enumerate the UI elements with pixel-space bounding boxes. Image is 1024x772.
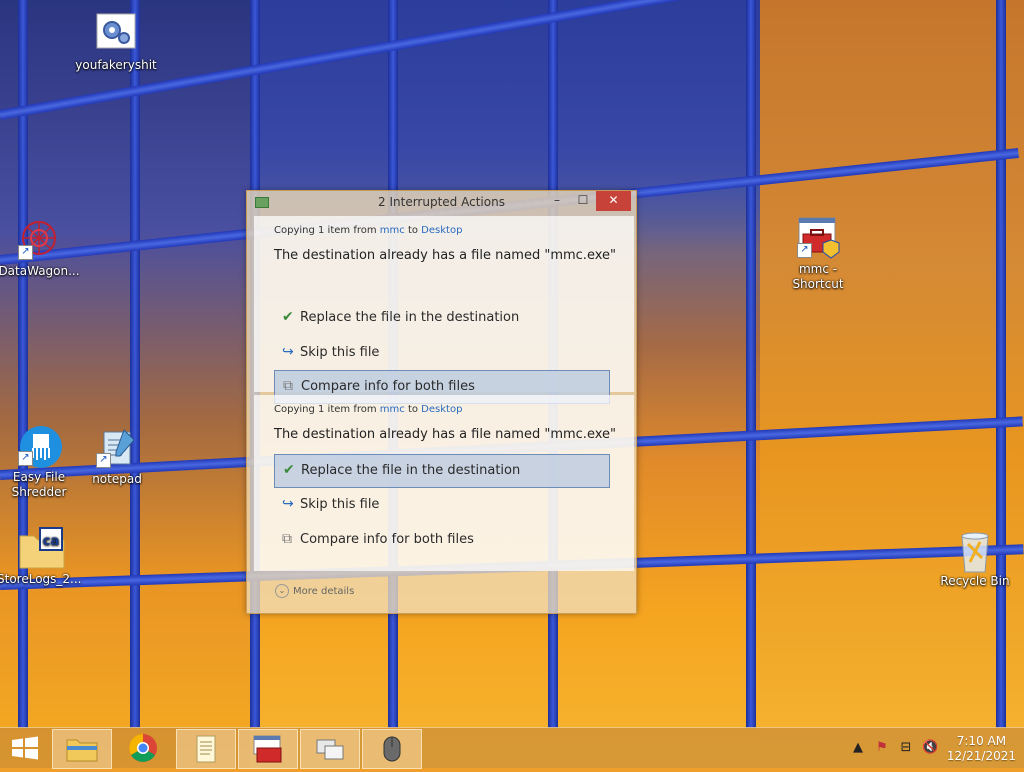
settings-gear-icon: [95, 12, 137, 54]
taskbar-mmc[interactable]: [238, 729, 298, 769]
network-icon[interactable]: ⊟: [898, 740, 914, 756]
desktop-icon-label: StoreLogs_2...: [0, 572, 82, 586]
conflict-panel-1: Copying 1 item from mmc to Desktop The d…: [254, 216, 634, 404]
desktop-icon-label: Easy File Shredder: [11, 470, 67, 499]
conflict-message: The destination already has a file named…: [274, 248, 616, 263]
minimize-button[interactable]: –: [544, 191, 570, 211]
desktop-icon-datawagon[interactable]: ↗ DataWagon...: [0, 218, 81, 279]
replace-file-option[interactable]: ✔ Replace the file in the destination: [274, 454, 610, 488]
to-word-text: to: [404, 404, 422, 415]
option-label: Replace the file in the destination: [300, 310, 520, 325]
copy-prefix-text: Copying 1 item from: [274, 404, 380, 415]
copy-info-line: Copying 1 item from mmc to Desktop: [274, 225, 462, 236]
desktop-icon-recycle-bin[interactable]: Recycle Bin: [933, 528, 1017, 589]
notepad-icon: ↗: [96, 426, 138, 468]
option-label: Compare info for both files: [301, 379, 475, 394]
conflict-message: The destination already has a file named…: [274, 427, 616, 442]
skip-file-option[interactable]: ↪ Skip this file: [274, 337, 608, 369]
option-label: Replace the file in the destination: [301, 463, 521, 478]
copy-info-line: Copying 1 item from mmc to Desktop: [274, 404, 462, 415]
start-button[interactable]: [0, 729, 50, 767]
close-button[interactable]: ✕: [596, 191, 631, 211]
desktop-icon-easy-file-shredder[interactable]: ↗ Easy File Shredder: [0, 424, 81, 500]
desktop-icon-label: mmc - Shortcut: [792, 262, 844, 291]
datawagon-icon: ↗: [18, 218, 60, 260]
show-hidden-icons-chevron-icon[interactable]: ▲: [850, 740, 866, 756]
option-label: Skip this file: [300, 497, 380, 512]
source-link[interactable]: mmc: [380, 225, 405, 236]
skip-arrow-icon: ↪: [282, 344, 294, 360]
shortcut-arrow-icon: ↗: [18, 245, 33, 260]
taskbar-file-operation[interactable]: [300, 729, 360, 769]
chevron-down-icon: ⌄: [275, 584, 289, 598]
windows-stack-icon: [316, 739, 344, 760]
option-label: Compare info for both files: [300, 532, 474, 547]
recycle-bin-icon: [954, 528, 996, 573]
taskbar-notepad[interactable]: [176, 729, 236, 769]
skip-file-option[interactable]: ↪ Skip this file: [274, 489, 608, 521]
mouse-icon: [383, 736, 401, 762]
copy-prefix-text: Copying 1 item from: [274, 225, 380, 236]
checkmark-icon: ✔: [283, 462, 295, 478]
windows-logo-icon: [12, 736, 38, 760]
desktop-icon-youfakeryshit[interactable]: youfakeryshit: [74, 12, 158, 73]
desktop-icon-label: DataWagon...: [0, 264, 80, 278]
more-details-toggle[interactable]: ⌄ More details: [275, 584, 354, 598]
desktop-icon-label: Recycle Bin: [940, 574, 1010, 588]
desktop-icon-notepad[interactable]: ↗ notepad: [75, 426, 159, 487]
replace-file-option[interactable]: ✔ Replace the file in the destination: [274, 302, 608, 334]
more-details-label: More details: [293, 586, 355, 597]
destination-link[interactable]: Desktop: [421, 225, 462, 236]
shredder-icon: ↗: [18, 424, 62, 468]
skip-arrow-icon: ↪: [282, 496, 294, 512]
file-explorer-icon: [66, 739, 98, 762]
maximize-button[interactable]: ☐: [570, 191, 596, 211]
checkmark-icon: ✔: [282, 309, 294, 325]
dialog-titlebar[interactable]: 2 Interrupted Actions – ☐ ✕: [247, 191, 636, 215]
to-word-text: to: [404, 225, 422, 236]
taskbar: ▲ ⚑ ⊟ 🔇 7:10 AM 12/21/2021: [0, 727, 1024, 769]
desktop-icon-storelogs[interactable]: ca StoreLogs_2...: [0, 526, 81, 587]
shortcut-arrow-icon: ↗: [18, 451, 33, 466]
conflict-panel-2: Copying 1 item from mmc to Desktop The d…: [254, 395, 634, 571]
taskbar-chrome[interactable]: [114, 729, 172, 767]
taskbar-clock[interactable]: 7:10 AM 12/21/2021: [947, 734, 1016, 764]
toolbox-icon: [253, 735, 282, 763]
svg-text:ca: ca: [43, 534, 59, 549]
compare-files-icon: ⧉: [282, 531, 292, 547]
folder-icon: ca: [18, 526, 65, 569]
desktop-icon-mmc-shortcut[interactable]: ↗ mmc - Shortcut: [776, 216, 860, 292]
desktop-icon-label: youfakeryshit: [75, 58, 157, 72]
desktop-icon-label: notepad: [92, 472, 142, 486]
scroll-document-icon: [196, 735, 216, 763]
volume-muted-icon[interactable]: 🔇: [922, 740, 938, 756]
compare-files-icon: ⧉: [283, 378, 293, 394]
source-link[interactable]: mmc: [380, 404, 405, 415]
shortcut-arrow-icon: ↗: [96, 453, 111, 468]
mmc-toolbox-icon: ↗: [797, 216, 840, 259]
interrupted-actions-dialog: 2 Interrupted Actions – ☐ ✕ Copying 1 it…: [246, 190, 637, 614]
option-label: Skip this file: [300, 345, 380, 360]
compare-files-option[interactable]: ⧉ Compare info for both files: [274, 524, 608, 556]
destination-link[interactable]: Desktop: [421, 404, 462, 415]
clock-date: 12/21/2021: [946, 749, 1016, 763]
action-center-flag-icon[interactable]: ⚑: [874, 740, 890, 756]
taskbar-file-explorer[interactable]: [52, 729, 112, 769]
clock-time: 7:10 AM: [956, 734, 1007, 748]
shortcut-arrow-icon: ↗: [797, 243, 812, 258]
chrome-icon: [129, 734, 157, 762]
taskbar-mouse[interactable]: [362, 729, 422, 769]
